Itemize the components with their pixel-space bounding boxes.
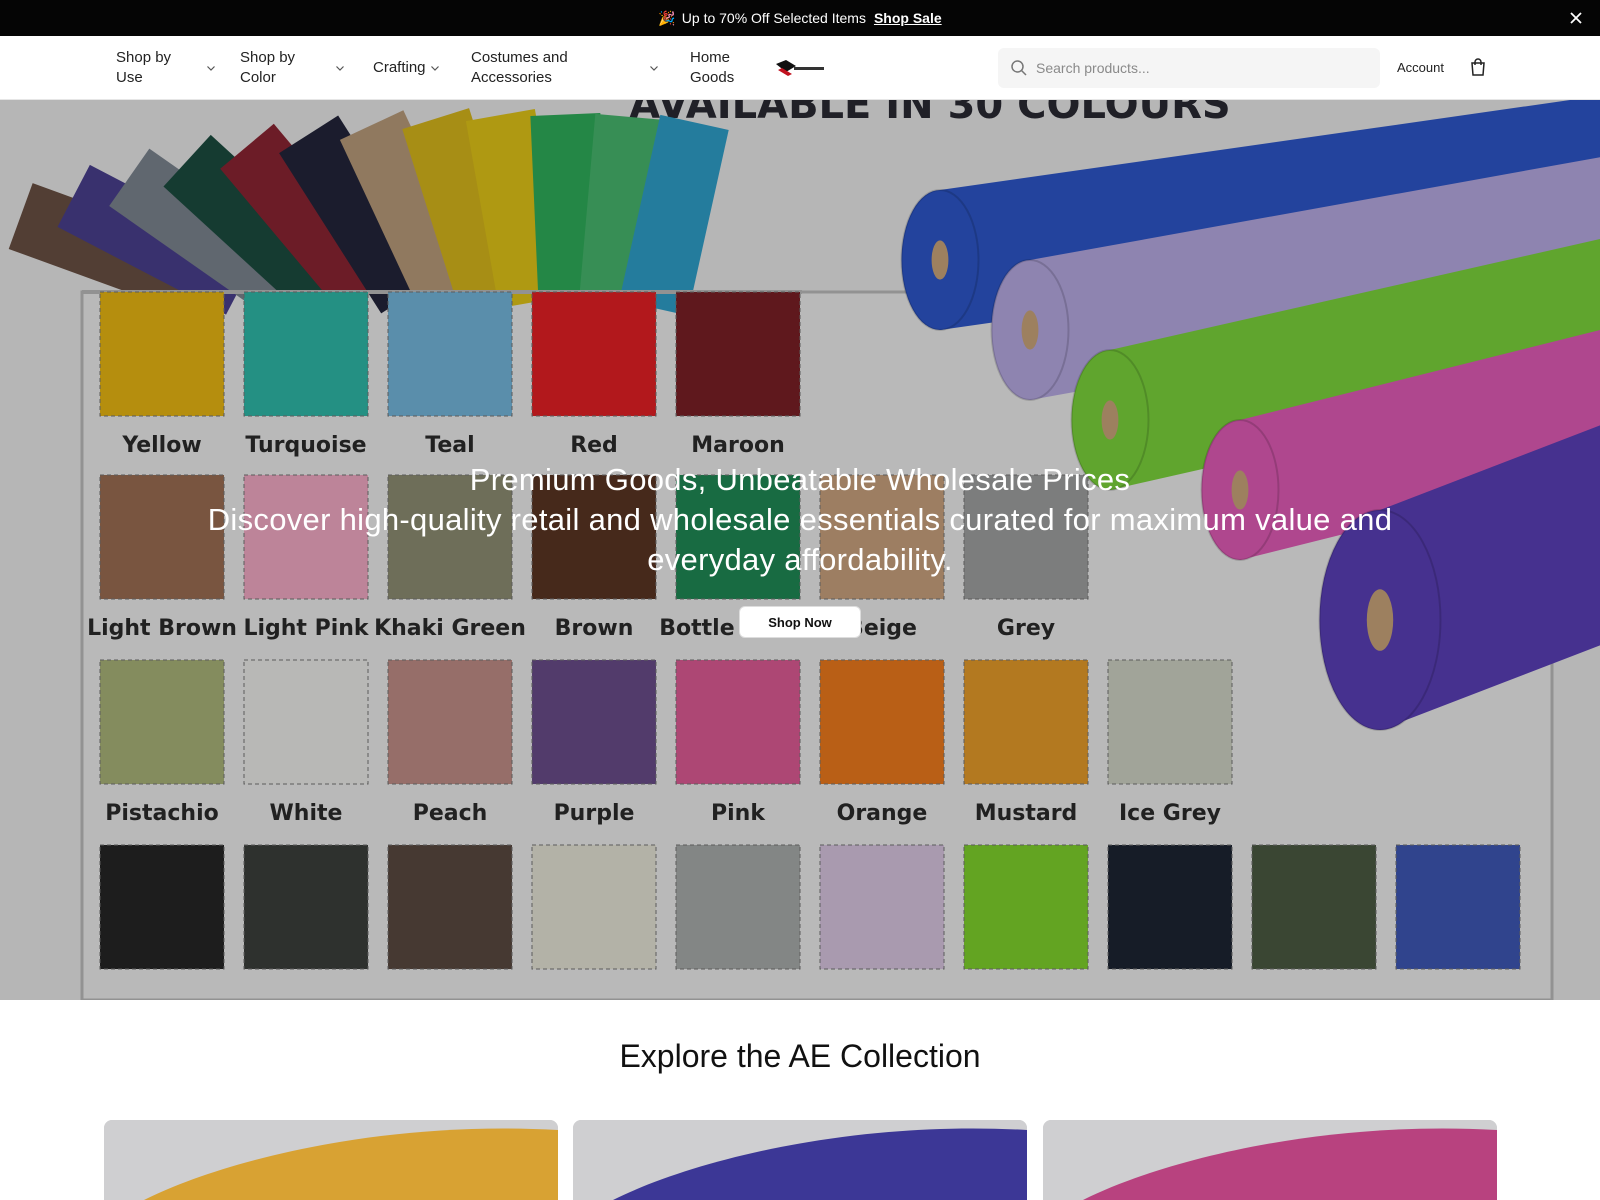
- card-image: [104, 1120, 558, 1200]
- chevron-down-icon: [207, 66, 215, 71]
- nav-label: Crafting: [373, 59, 426, 76]
- hero-subtitle: Discover high-quality retail and wholesa…: [207, 502, 1393, 577]
- store-logo[interactable]: [774, 58, 826, 78]
- announcement-bar: 🎉 Up to 70% Off Selected Items Shop Sale: [0, 0, 1600, 36]
- announcement-text: Up to 70% Off Selected Items: [681, 10, 866, 26]
- hero-title: Premium Goods, Unbeatable Wholesale Pric…: [469, 462, 1131, 497]
- nav-label: Use: [116, 69, 143, 86]
- nav-label: Costumes and: [471, 49, 568, 66]
- party-icon: 🎉: [658, 9, 676, 26]
- nav-costumes-and-accessories[interactable]: Costumes and Accessories: [471, 48, 659, 88]
- hero-banner: AVAILABLE IN 30 COLOURS Yellow Turquoise T…: [0, 100, 1600, 1000]
- nav-home-goods[interactable]: Home Goods: [690, 48, 734, 88]
- chevron-down-icon: [430, 66, 439, 71]
- account-link[interactable]: Account: [1397, 60, 1444, 75]
- collection-card-blue[interactable]: [573, 1120, 1027, 1200]
- chevron-down-icon: [650, 66, 658, 71]
- search-input[interactable]: [1036, 60, 1356, 76]
- nav-shop-by-use[interactable]: Shop by Use: [116, 48, 216, 88]
- shop-sale-link[interactable]: Shop Sale: [874, 10, 942, 26]
- chevron-down-icon: [336, 66, 344, 71]
- collection-title: Explore the AE Collection: [619, 1038, 981, 1074]
- search-box[interactable]: [998, 48, 1380, 88]
- nav-label: Goods: [690, 69, 735, 86]
- shopping-bag-icon[interactable]: [1468, 57, 1488, 77]
- nav-label: Accessories: [471, 69, 552, 86]
- nav-label: Shop by: [240, 49, 296, 66]
- card-image: [573, 1120, 1027, 1200]
- card-image: [1043, 1120, 1497, 1200]
- shop-now-button[interactable]: Shop Now: [739, 606, 861, 638]
- collection-card-magenta[interactable]: [1043, 1120, 1497, 1200]
- close-icon[interactable]: [1566, 8, 1586, 28]
- nav-label: Color: [240, 69, 276, 86]
- search-icon: [1011, 60, 1027, 76]
- nav-label: Home: [690, 49, 731, 66]
- site-header: Shop by Use Shop by Color Crafting Costu…: [0, 36, 1600, 100]
- nav-crafting[interactable]: Crafting: [373, 58, 440, 78]
- nav-label: Shop by: [116, 49, 172, 66]
- nav-shop-by-color[interactable]: Shop by Color: [240, 48, 345, 88]
- collection-card-mustard[interactable]: [104, 1120, 558, 1200]
